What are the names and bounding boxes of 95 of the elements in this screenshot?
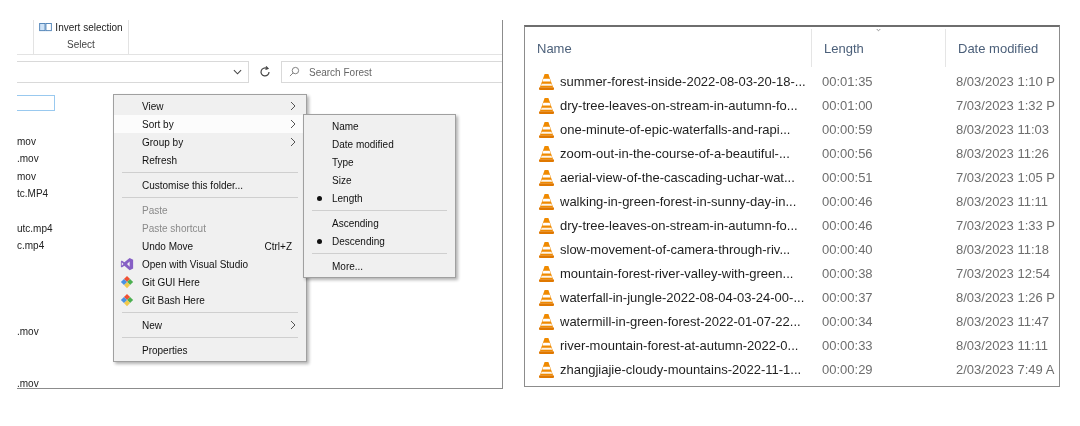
- menu-item[interactable]: Descending: [304, 232, 455, 250]
- menu-item[interactable]: Name: [304, 117, 455, 135]
- menu-item[interactable]: Undo Move Ctrl+Z: [114, 237, 306, 255]
- file-name[interactable]: aerial-view-of-the-cascading-uchar-wat...: [560, 169, 795, 185]
- menu-item[interactable]: Size: [304, 171, 455, 189]
- length-cell-text: 00:00:51: [822, 169, 874, 185]
- length-cell-text: 00:00:59: [822, 121, 874, 137]
- refresh-icon[interactable]: [257, 64, 273, 80]
- file-name[interactable]: walking-in-green-forest-in-sunny-day-in...: [560, 193, 797, 209]
- group-label: Select: [67, 39, 95, 50]
- traffic-cone-icon: [539, 336, 554, 354]
- file-name[interactable]: tc.MP4: [17, 188, 49, 200]
- column-header[interactable]: Date modified: [946, 29, 1059, 67]
- search-icon: [289, 66, 300, 77]
- traffic-cone-icon: [539, 288, 554, 306]
- date-cell-text: 8/03/2023 11:18: [956, 241, 1050, 257]
- file-name[interactable]: .mov: [17, 378, 39, 388]
- traffic-cone-icon: [539, 120, 554, 138]
- date-cell-text: 2/03/2023 7:49 A: [956, 361, 1056, 377]
- menu-item[interactable]: Git Bash Here: [114, 291, 306, 309]
- file-name[interactable]: summer-forest-inside-2022-08-03-20-18-...: [560, 73, 806, 89]
- length-cell-text: 00:00:46: [822, 193, 874, 209]
- column-header[interactable]: Name: [525, 29, 812, 67]
- menu-item[interactable]: Date modified: [304, 135, 455, 153]
- invert-selection-button[interactable]: Invert selection: [39, 20, 123, 34]
- date-cell-text: 7/03/2023 12:54: [956, 265, 1051, 281]
- menu-item[interactable]: Customise this folder...: [114, 176, 306, 194]
- file-name[interactable]: zhangjiajie-cloudy-mountains-2022-11-1...: [560, 361, 802, 377]
- file-name[interactable]: one-minute-of-epic-waterfalls-and-rapi...: [560, 121, 791, 137]
- file-name[interactable]: dry-tree-leaves-on-stream-in-autumn-fo...: [560, 97, 798, 113]
- menu-item[interactable]: Open with Visual Studio: [114, 255, 306, 273]
- date-cell-text: 8/03/2023 11:03: [956, 121, 1050, 137]
- date-cell-text: 7/03/2023 1:32 P: [956, 97, 1057, 113]
- length-cell-text: 00:00:33: [822, 337, 874, 353]
- length-cell-text: 00:01:00: [822, 97, 874, 113]
- file-name[interactable]: .mov: [17, 153, 39, 165]
- traffic-cone-icon: [539, 144, 554, 162]
- menu-item[interactable]: Type: [304, 153, 455, 171]
- chevron-down-icon: [233, 69, 242, 75]
- date-cell-text: 8/03/2023 1:10 P: [956, 73, 1057, 89]
- traffic-cone-icon: [539, 312, 554, 330]
- menu-item[interactable]: Ascending: [304, 214, 455, 232]
- length-cell-text: 00:00:29: [822, 361, 874, 377]
- date-cell-text: 8/03/2023 11:11: [956, 193, 1050, 209]
- file-name[interactable]: watermill-in-green-forest-2022-01-07-22...: [560, 313, 801, 329]
- file-name[interactable]: mov: [17, 170, 36, 182]
- file-name[interactable]: dry-tree-leaves-on-stream-in-autumn-fo...: [560, 217, 798, 233]
- file-name[interactable]: zoom-out-in-the-course-of-a-beautiful-...: [560, 145, 790, 161]
- length-cell-text: 00:00:56: [822, 145, 874, 161]
- traffic-cone-icon: [539, 216, 554, 234]
- menu-item[interactable]: New: [114, 316, 306, 334]
- chevron-right-icon: [290, 320, 296, 330]
- menu-item[interactable]: Properties: [114, 341, 306, 359]
- traffic-cone-icon: [539, 264, 554, 282]
- diamond-logo-icon: [120, 275, 134, 289]
- file-name[interactable]: slow-movement-of-camera-through-riv...: [560, 241, 791, 257]
- file-name[interactable]: waterfall-in-jungle-2022-08-04-03-24-00-...: [560, 289, 805, 305]
- date-cell-text: 8/03/2023 11:26: [956, 145, 1050, 161]
- search-field[interactable]: Search Forest: [281, 61, 502, 83]
- length-cell-text: 00:00:40: [822, 241, 874, 257]
- traffic-cone-icon: [539, 72, 554, 90]
- shortcut-label: Ctrl+Z: [264, 240, 292, 252]
- traffic-cone-icon: [539, 240, 554, 258]
- file-name[interactable]: c.mp4: [17, 239, 45, 251]
- file-name[interactable]: utc.mp4: [17, 222, 53, 234]
- traffic-cone-icon: [539, 168, 554, 186]
- address-bar[interactable]: [17, 61, 249, 83]
- rename-field[interactable]: [17, 95, 55, 111]
- menu-item[interactable]: Git GUI Here: [114, 273, 306, 291]
- menu-item[interactable]: Length: [304, 189, 455, 207]
- length-cell-text: 00:00:38: [822, 265, 874, 281]
- menu-item[interactable]: View: [114, 97, 306, 115]
- file-name[interactable]: mov: [17, 136, 36, 148]
- menu-item[interactable]: Group by: [114, 133, 306, 151]
- file-name[interactable]: river-mountain-forest-at-autumn-2022-0...: [560, 337, 799, 353]
- file-name[interactable]: .mov: [17, 326, 39, 338]
- column-header[interactable]: Length: [812, 29, 946, 67]
- traffic-cone-icon: [539, 96, 554, 114]
- menu-item[interactable]: More...: [304, 257, 455, 275]
- length-cell-text: 00:00:46: [822, 217, 874, 233]
- date-cell-text: 7/03/2023 1:05 P: [956, 169, 1057, 185]
- menu-item[interactable]: Refresh: [114, 151, 306, 169]
- date-cell-text: 8/03/2023 1:26 P: [956, 289, 1057, 305]
- date-cell-text: 8/03/2023 11:47: [956, 313, 1050, 329]
- diamond-logo-icon: [120, 293, 134, 307]
- length-cell-text: 00:00:34: [822, 313, 874, 329]
- traffic-cone-icon: [539, 360, 554, 378]
- date-cell-text: 8/03/2023 11:11: [956, 337, 1050, 353]
- infinity-logo-icon: [120, 257, 134, 271]
- traffic-cone-icon: [539, 192, 554, 210]
- file-name[interactable]: mountain-forest-river-valley-with-green...: [560, 265, 794, 281]
- menu-item[interactable]: Sort by: [114, 115, 306, 133]
- date-cell-text: 7/03/2023 1:33 P: [956, 217, 1057, 233]
- length-cell-text: 00:01:35: [822, 73, 874, 89]
- length-cell-text: 00:00:37: [822, 289, 874, 305]
